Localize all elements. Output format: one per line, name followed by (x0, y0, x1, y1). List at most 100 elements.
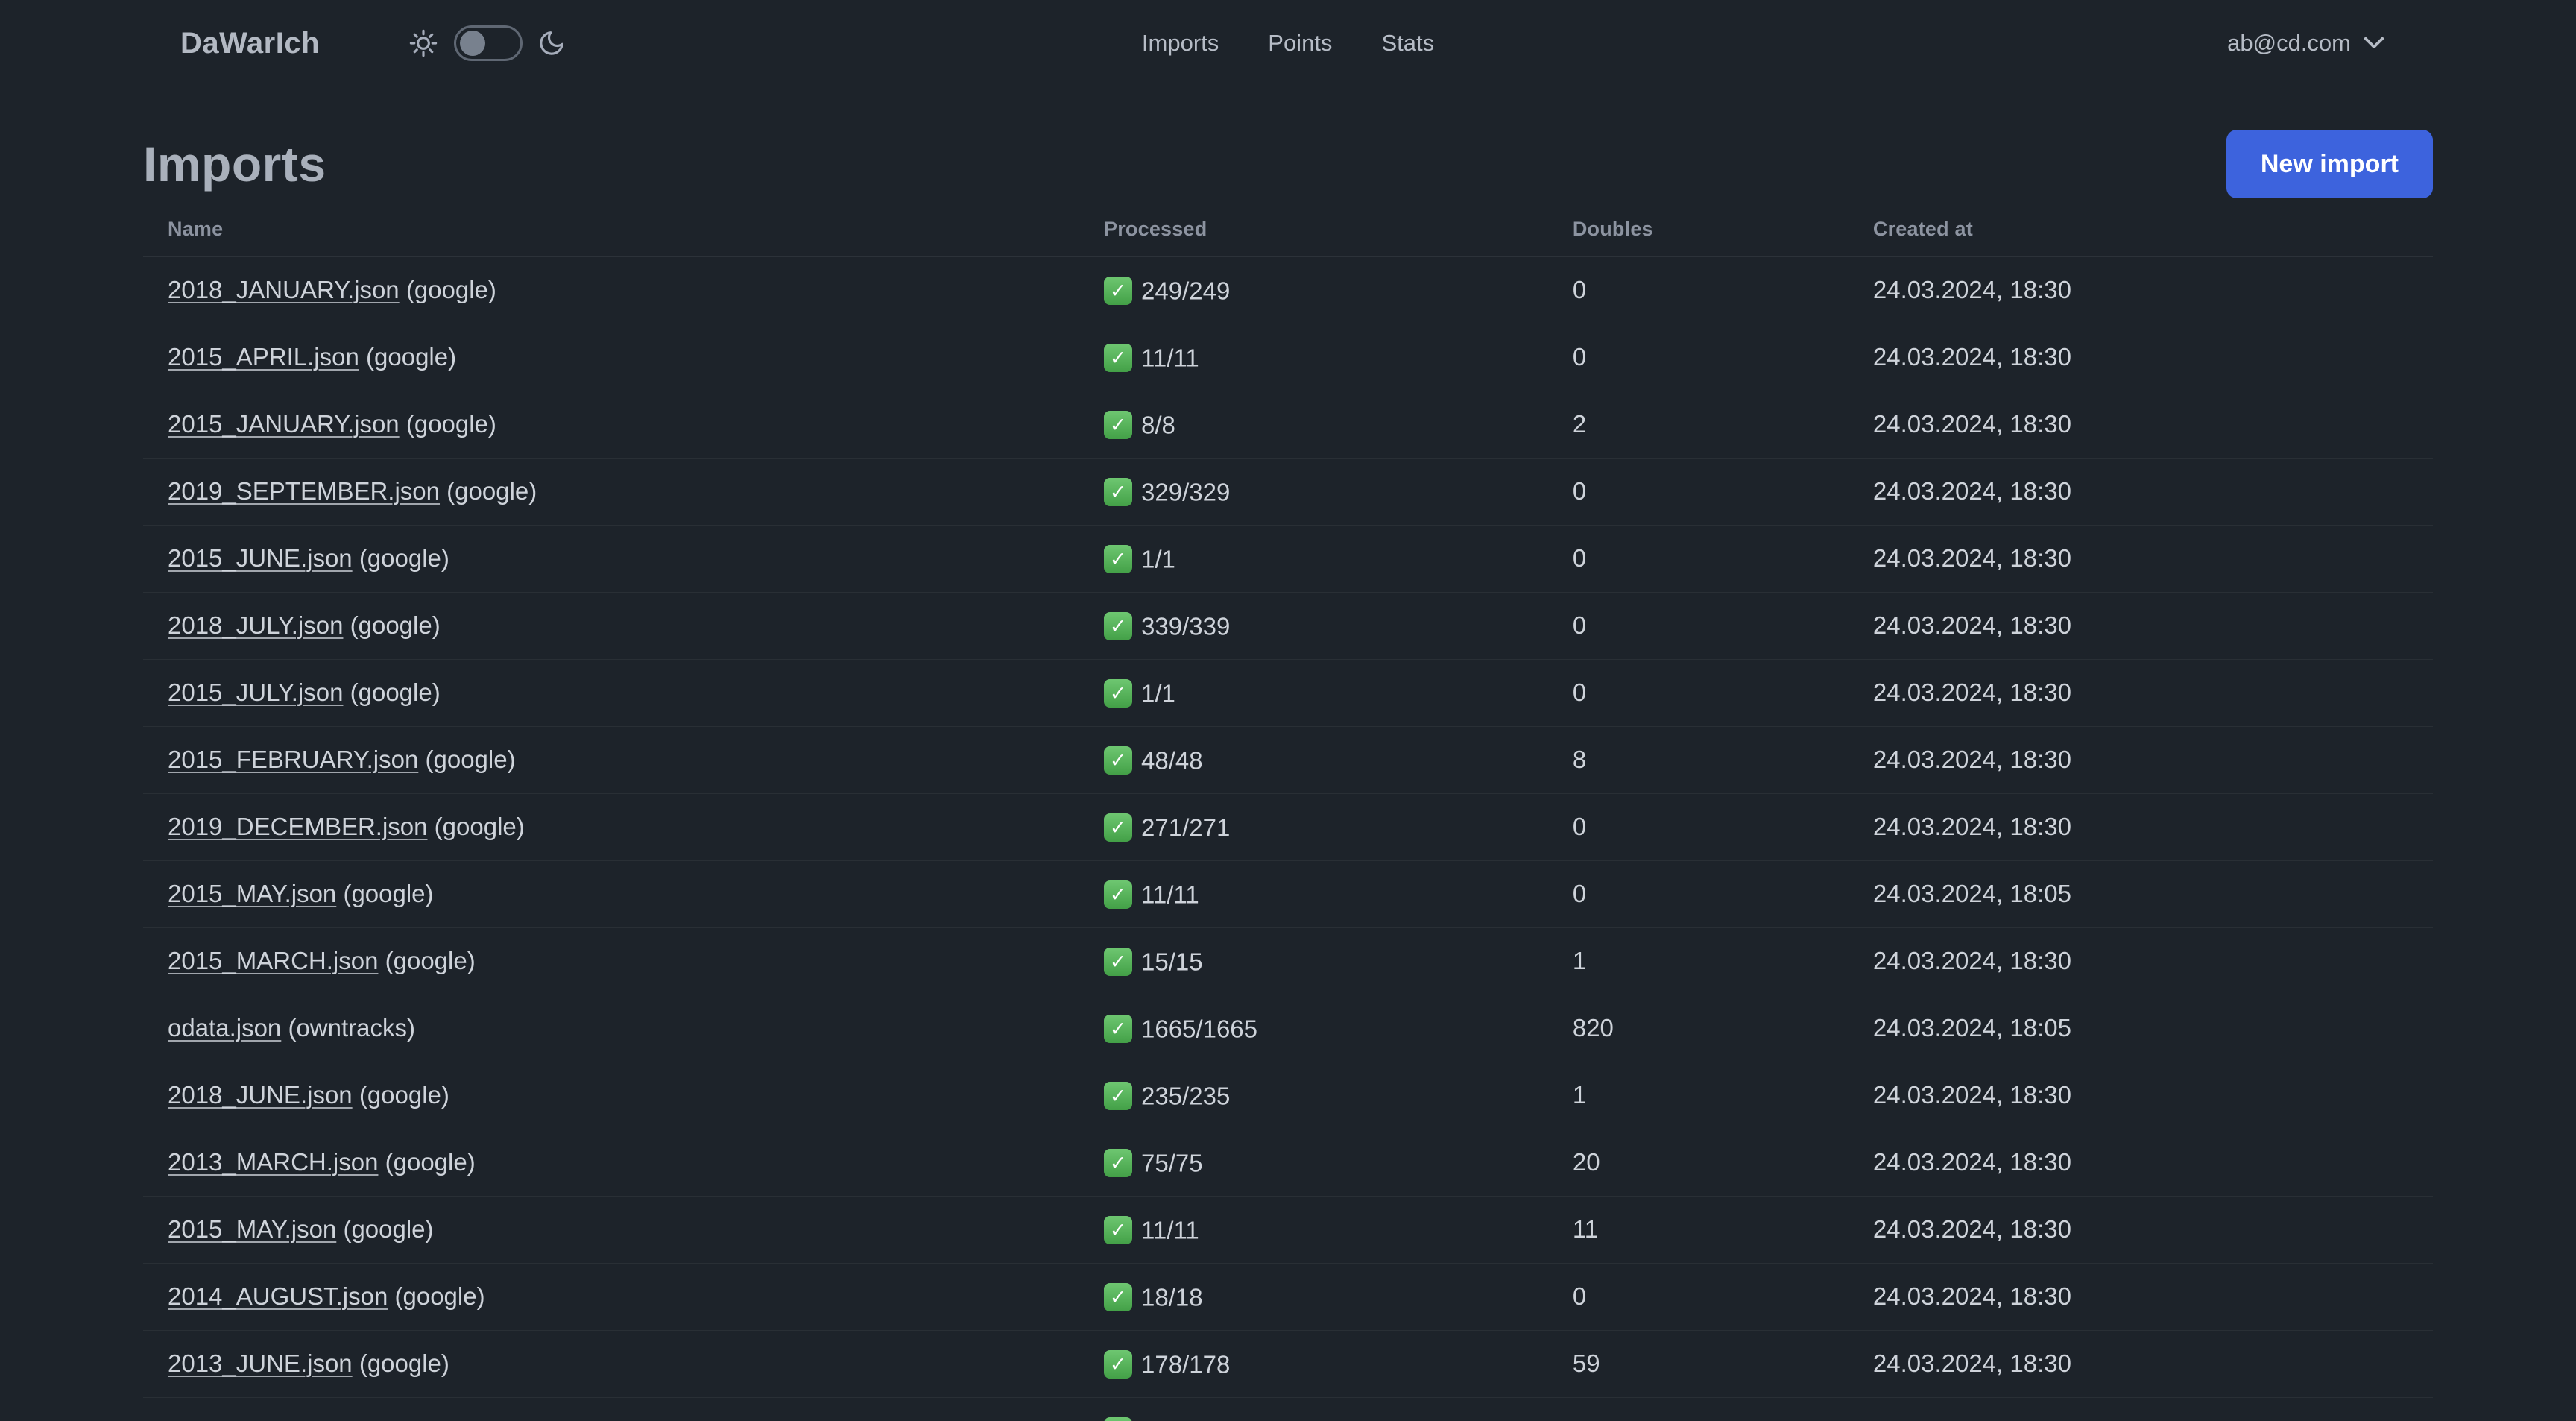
cell-doubles: 820 (1572, 1014, 1614, 1042)
processed-count: 271/271 (1141, 813, 1231, 842)
import-file-link[interactable]: 2015_JULY.json (168, 678, 343, 706)
cell-processed: ✓ 18/18 (1104, 1263, 1573, 1330)
cell-created-at: 24.03.2024, 18:30 (1872, 477, 2071, 505)
import-source: (google) (336, 880, 434, 907)
success-check-icon: ✓ (1104, 1350, 1133, 1379)
cell-processed: ✓ 11/11 (1104, 324, 1573, 391)
success-check-icon: ✓ (1104, 612, 1133, 641)
cell-created-at: 24.03.2024, 18:30 (1872, 1148, 2071, 1176)
nav-link-points[interactable]: Points (1268, 30, 1332, 57)
processed-count: 48/48 (1141, 746, 1203, 775)
theme-toggle (408, 25, 566, 61)
import-file-link[interactable]: 2019_SEPTEMBER.json (168, 477, 440, 505)
theme-switch[interactable] (454, 25, 523, 61)
import-file-link[interactable]: 2018_JANUARY.json (168, 276, 400, 303)
new-import-button[interactable]: New import (2226, 130, 2433, 198)
nav-link-stats[interactable]: Stats (1381, 30, 1434, 57)
processed-count: 1665/1665 (1141, 1015, 1258, 1043)
cell-doubles: 0 (1572, 880, 1587, 907)
import-source: (google) (399, 276, 496, 303)
cell-processed: ✓ 249/249 (1104, 256, 1573, 324)
cell-name: 2019_SEPTEMBER.json (google) (143, 458, 1104, 525)
table-row: odata.json (owntracks) ✓ 1665/1665 820 24.03… (143, 995, 2433, 1062)
import-file-link[interactable]: 2019_DECEMBER.json (168, 813, 428, 840)
processed-count: 11/11 (1141, 344, 1199, 372)
import-file-link[interactable]: 2015_JUNE.json (168, 544, 353, 572)
processed-count: 75/75 (1141, 1149, 1203, 1177)
cell-doubles: 0 (1572, 276, 1587, 303)
cell-created-at: 24.03.2024, 18:05 (1872, 880, 2071, 907)
moon-icon (537, 29, 566, 57)
cell-doubles: 0 (1572, 1282, 1587, 1310)
cell-doubles: 20 (1572, 1148, 1600, 1176)
table-row: 2018_JULY.json (google) ✓ 339/339 0 24.03.20… (143, 592, 2433, 659)
cell-processed: ✓ 15/15 (1104, 927, 1573, 995)
import-file-link[interactable]: odata.json (168, 1014, 281, 1042)
import-file-link[interactable]: 2014_AUGUST.json (168, 1282, 388, 1310)
import-source: (google) (343, 678, 441, 706)
cell-name: 2018_JANUARY.json (google) (143, 256, 1104, 324)
cell-processed: ✓ 329/329 (1104, 458, 1573, 525)
success-check-icon: ✓ (1104, 1082, 1133, 1111)
cell-doubles: 1 (1572, 1081, 1587, 1109)
import-source: (google) (352, 544, 449, 572)
cell-processed: ✓ 8/8 (1104, 391, 1573, 458)
cell-created-at: 24.03.2024, 18:30 (1872, 1215, 2071, 1243)
success-check-icon: ✓ (1104, 344, 1133, 373)
cell-processed: ✓ 1665/1665 (1104, 995, 1573, 1062)
cell-created-at: 24.03.2024, 18:30 (1872, 678, 2071, 706)
cell-created-at: 24.03.2024, 18:30 (1872, 410, 2071, 438)
user-menu-button[interactable]: ab@cd.com (2227, 30, 2385, 57)
table-row: 2019_DECEMBER.json (google) ✓ 271/271 0 24.0… (143, 793, 2433, 860)
cell-name: 2015_MARCH.json (google) (143, 927, 1104, 995)
cell-processed: ✓ 178/178 (1104, 1330, 1573, 1397)
column-header-created-at: Created at (1872, 203, 2433, 257)
cell-doubles: 2 (1572, 410, 1587, 438)
cell-processed: ✓ 48/48 (1104, 726, 1573, 793)
nav-link-imports[interactable]: Imports (1142, 30, 1219, 57)
import-source: (owntracks) (281, 1014, 415, 1042)
import-file-link[interactable]: 2015_JANUARY.json (168, 410, 400, 438)
import-file-link[interactable]: 2013_MARCH.json (168, 1148, 378, 1176)
table-row: 2015_JUNE.json (google) ✓ 1/1 0 24.03.2024, … (143, 525, 2433, 592)
import-file-link[interactable]: 2015_MAY.json (168, 1215, 336, 1243)
import-file-link[interactable]: 2015_MAY.json (168, 880, 336, 907)
table-header: Name Processed Doubles Created at (143, 203, 2433, 257)
cell-doubles (1573, 1397, 1873, 1421)
import-file-link[interactable]: 2015_MARCH.json (168, 947, 378, 974)
main-content: Imports New import Name Processed Double… (143, 130, 2433, 1421)
cell-name: 2013_MARCH.json (google) (143, 1129, 1104, 1196)
cell-doubles: 1 (1572, 947, 1587, 974)
import-file-link[interactable]: 2015_FEBRUARY.json (168, 746, 418, 773)
table-row: 2013_MARCH.json (google) ✓ 75/75 20 24.03.20… (143, 1129, 2433, 1196)
cell-name: 2018_JULY.json (google) (143, 592, 1104, 659)
success-check-icon: ✓ (1104, 948, 1133, 977)
column-header-processed: Processed (1104, 203, 1573, 257)
cell-doubles: 0 (1572, 544, 1587, 572)
table-body: 2018_JANUARY.json (google) ✓ 249/249 0 24.03… (143, 256, 2433, 1421)
cell-created-at: 24.03.2024, 18:30 (1872, 746, 2071, 773)
import-file-link[interactable]: 2015_APRIL.json (168, 343, 359, 371)
import-file-link[interactable]: 2018_JULY.json (168, 611, 343, 639)
cell-name: 2018_JUNE.json (google) (143, 1062, 1104, 1129)
processed-count: 329/329 (1141, 478, 1231, 506)
cell-processed: ✓ 11/11 (1104, 860, 1573, 927)
cell-name: 2015_APRIL.json (google) (143, 324, 1104, 391)
chevron-down-icon (2363, 30, 2385, 57)
import-file-link[interactable]: 2013_JUNE.json (168, 1349, 353, 1377)
success-check-icon: ✓ (1104, 1283, 1133, 1312)
cell-doubles: 0 (1572, 477, 1587, 505)
import-source: (google) (388, 1282, 485, 1310)
processed-count: 18/18 (1141, 1283, 1203, 1311)
table-row: 2015_MARCH.json (google) ✓ 15/15 1 24.03.202… (143, 927, 2433, 995)
cell-doubles: 8 (1572, 746, 1587, 773)
cell-doubles: 0 (1572, 343, 1587, 371)
import-source: (google) (378, 1148, 476, 1176)
success-check-icon: ✓ (1104, 545, 1133, 574)
cell-processed: ✓ 235/235 (1104, 1062, 1573, 1129)
table-row: 2018_JANUARY.json (google) ✓ 249/249 0 24.03… (143, 256, 2433, 324)
import-source: (google) (352, 1349, 449, 1377)
import-source: (google) (359, 343, 457, 371)
import-file-link[interactable]: 2018_JUNE.json (168, 1081, 353, 1109)
success-check-icon: ✓ (1104, 1015, 1133, 1044)
